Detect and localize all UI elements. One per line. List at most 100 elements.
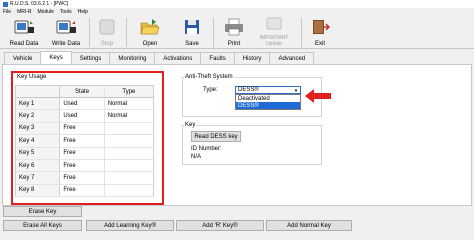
folder-open-icon <box>140 19 160 35</box>
save-icon <box>185 20 199 34</box>
type-cell <box>105 185 153 196</box>
menu-tools[interactable]: Tools <box>60 9 72 15</box>
print-label: Print <box>227 41 241 47</box>
row-header: Key 2 <box>16 110 61 122</box>
type-cell: Normal <box>107 100 128 107</box>
open-button[interactable]: Open <box>134 17 166 48</box>
state-cell: Used <box>60 98 105 110</box>
type-cell <box>105 172 153 183</box>
important-update-button[interactable]: IMPORTANT Update <box>252 17 296 48</box>
table-row[interactable]: Key 4 Free <box>16 135 153 148</box>
type-cell <box>105 148 153 159</box>
menu-help[interactable]: Help <box>78 9 88 15</box>
app-icon <box>3 1 8 7</box>
add-learning-key-button[interactable]: Add Learning Key® <box>86 220 174 231</box>
read-data-button[interactable]: Read Data <box>4 17 44 48</box>
read-dess-key-button[interactable]: Read DESS key <box>191 131 241 142</box>
column-header-state: State <box>60 86 105 97</box>
update-icon <box>266 17 282 30</box>
state-cell: Free <box>60 172 105 184</box>
toolbar-separator <box>89 18 90 47</box>
menu-bar: File MRI-R Module Tools Help <box>0 8 474 16</box>
app-window: R.U.D.S. 03.6.2.1 - [PWC] File MRI-R Mod… <box>0 0 474 240</box>
printer-icon <box>225 18 243 36</box>
open-label: Open <box>142 41 158 47</box>
tab-faults[interactable]: Faults <box>200 52 235 64</box>
selected-value: DESS® <box>238 87 259 93</box>
row-header: Key 1 <box>16 98 61 110</box>
row-header: Key 6 <box>16 159 61 172</box>
save-button[interactable]: Save <box>176 17 208 48</box>
tab-activations[interactable]: Activations <box>154 52 202 64</box>
chevron-down-icon[interactable]: ▾ <box>293 88 299 94</box>
print-button[interactable]: Print <box>218 17 250 48</box>
menu-module[interactable]: Module <box>38 9 54 15</box>
key-usage-title: Key Usage <box>16 74 48 80</box>
id-number-value: N/A <box>191 154 202 160</box>
add-r-key-button[interactable]: Add 'R' Key® <box>176 220 264 231</box>
exit-icon <box>313 20 330 34</box>
write-data-label: Write Data <box>51 41 81 47</box>
title-bar: R.U.D.S. 03.6.2.1 - [PWC] <box>0 0 474 8</box>
tab-vehicle[interactable]: Vehicle <box>4 52 42 64</box>
stop-button[interactable]: Stop <box>92 17 122 48</box>
type-cell <box>105 160 153 171</box>
row-header: Key 4 <box>16 135 61 147</box>
stop-label: Stop <box>100 41 114 47</box>
type-cell: Normal <box>107 113 128 120</box>
red-arrow-annotation-icon <box>305 89 331 103</box>
type-cell <box>105 135 153 146</box>
toolbar-separator <box>126 18 127 47</box>
write-data-icon <box>56 20 76 34</box>
anti-theft-type-select[interactable]: DESS® ▾ <box>235 86 301 94</box>
add-normal-key-button[interactable]: Add Normal Key <box>266 220 352 231</box>
table-row[interactable]: Key 3 Free <box>16 122 153 136</box>
tab-strip: Vehicle Keys Settings Monitoring Activat… <box>4 51 315 64</box>
tab-settings[interactable]: Settings <box>70 52 111 64</box>
id-number-label: ID Number: <box>191 146 222 152</box>
important-update-label-2: Update <box>265 41 283 47</box>
table-row[interactable]: Key 7 Free <box>16 172 153 185</box>
state-cell: Free <box>60 135 105 147</box>
read-data-icon <box>14 20 34 34</box>
row-header: Key 3 <box>16 122 61 135</box>
tab-advanced[interactable]: Advanced <box>269 52 315 64</box>
state-cell: Free <box>60 122 105 135</box>
menu-file[interactable]: File <box>3 9 11 15</box>
anti-theft-title: Anti-Theft System <box>184 74 234 80</box>
row-header: Key 7 <box>16 172 61 184</box>
toolbar: Read Data Write Data Stop Open Save Prin… <box>0 16 474 49</box>
column-header-type: Type <box>122 88 136 95</box>
state-cell: Free <box>60 147 105 159</box>
table-row[interactable]: Key 1 Used Normal <box>16 98 153 111</box>
key-usage-table: State Type Key 1 Used Normal Key 2 Used … <box>15 85 154 198</box>
table-row[interactable]: Key 6 Free <box>16 159 153 173</box>
type-cell <box>105 123 153 134</box>
type-label: Type: <box>203 87 218 93</box>
toolbar-separator <box>213 18 214 47</box>
table-row[interactable]: Key 8 Free <box>16 184 153 198</box>
header-corner <box>16 86 61 97</box>
anti-theft-type-dropdown-list: Deactivated DESS® <box>235 94 301 110</box>
erase-all-keys-button[interactable]: Erase All Keys <box>3 220 82 231</box>
row-header: Key 8 <box>16 184 61 197</box>
tab-monitoring[interactable]: Monitoring <box>109 52 156 64</box>
read-data-label: Read Data <box>9 41 39 47</box>
table-header-row: State Type <box>16 86 153 98</box>
exit-button[interactable]: Exit <box>304 17 336 48</box>
option-deactivated[interactable]: Deactivated <box>236 95 300 102</box>
toolbar-separator <box>301 18 302 47</box>
row-header: Key 5 <box>16 147 61 159</box>
table-row[interactable]: Key 5 Free <box>16 147 153 160</box>
tab-keys[interactable]: Keys <box>40 51 72 64</box>
write-data-button[interactable]: Write Data <box>46 17 86 48</box>
tab-history[interactable]: History <box>233 52 271 64</box>
menu-mri-r[interactable]: MRI-R <box>17 9 31 15</box>
state-cell: Free <box>60 184 105 197</box>
table-row[interactable]: Key 2 Used Normal <box>16 110 153 123</box>
save-label: Save <box>185 41 199 47</box>
window-title: R.U.D.S. 03.6.2.1 - [PWC] <box>10 1 69 7</box>
key-group-title: Key <box>184 122 197 128</box>
option-dess[interactable]: DESS® <box>236 102 300 109</box>
erase-key-button[interactable]: Erase Key <box>3 206 82 217</box>
